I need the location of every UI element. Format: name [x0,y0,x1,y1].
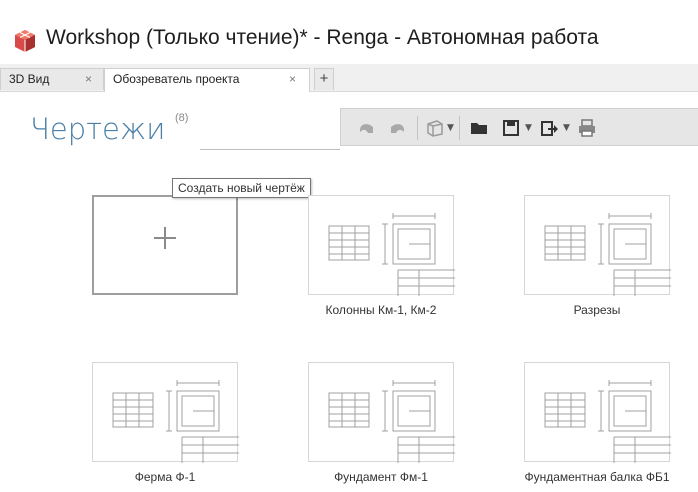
drawing-card[interactable] [524,362,671,463]
undo-icon [360,124,373,133]
redo-icon [391,124,404,133]
chevron-down-icon[interactable]: ▼ [447,124,454,133]
drawing-card[interactable] [524,195,671,296]
tab-3d-view[interactable]: 3D Вид × [0,68,104,90]
3d-view-icon [427,120,443,137]
chevron-down-icon[interactable]: ▼ [525,124,532,133]
section-title: Чертежи [30,112,166,146]
window-title: Workshop (Только чтение)* - Renga - Авто… [46,26,599,49]
project-explorer: Чертежи (8) ▼ ▼ ▼ Создать новый чертёж К… [0,92,698,492]
renga-logo-icon [15,30,35,52]
document-tab-strip: 3D Вид × Обозреватель проекта × + [0,64,698,92]
drawing-title: Разрезы [573,303,621,317]
export-icon [541,121,558,136]
new-drawing-card[interactable] [92,195,238,295]
3d-view-button[interactable] [425,118,445,138]
drawing-thumbnail [544,213,671,296]
print-button[interactable] [577,118,597,138]
close-tab-icon[interactable]: × [85,69,92,90]
section-divider [200,149,340,150]
drawing-thumbnail [328,380,455,463]
quick-access-toolbar: ▼ ▼ ▼ [340,108,698,146]
add-tab-button[interactable]: + [314,68,334,90]
plus-icon [154,227,176,249]
drawing-thumbnail [328,213,455,296]
app-window: Workshop (Только чтение)* - Renga - Авто… [0,0,698,492]
drawing-card[interactable] [92,362,239,463]
drawing-card[interactable] [308,195,455,296]
tooltip: Создать новый чертёж [172,178,311,198]
title-bar: Workshop (Только чтение)* - Renga - Авто… [0,0,698,64]
drawing-title: Колонны Км-1, Км-2 [325,303,437,317]
tab-label: 3D Вид [9,72,50,86]
tab-label: Обозреватель проекта [113,72,240,86]
tab-project-explorer[interactable]: Обозреватель проекта × [104,68,310,92]
export-button[interactable] [539,118,559,138]
chevron-down-icon[interactable]: ▼ [563,124,570,133]
undo-button[interactable] [357,118,377,138]
toolbar-separator [459,116,460,140]
drawing-card[interactable] [308,362,455,463]
save-icon [503,120,519,136]
section-count: (8) [175,112,189,124]
close-tab-icon[interactable]: × [289,69,296,90]
drawing-title: Фундаментная балка ФБ1 [524,470,670,484]
open-button[interactable] [469,118,489,138]
drawing-thumbnail [544,380,671,463]
print-icon [579,119,595,137]
drawing-title: Фундамент Фм-1 [334,470,428,484]
drawing-thumbnail [112,380,239,463]
redo-button[interactable] [387,118,407,138]
folder-icon [471,123,487,134]
save-button[interactable] [501,118,521,138]
toolbar-separator [417,116,418,140]
drawing-title: Ферма Ф-1 [134,470,196,484]
